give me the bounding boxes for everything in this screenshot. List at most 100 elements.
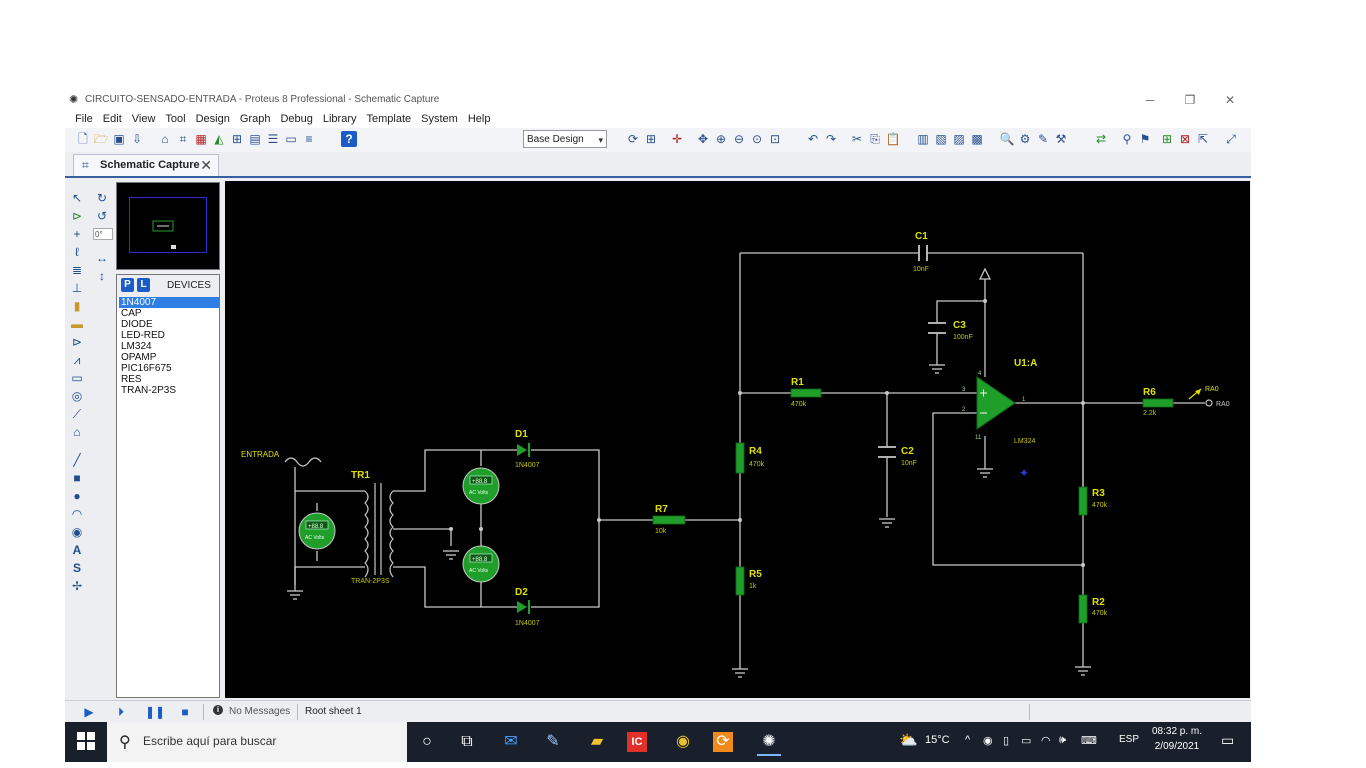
keyboard-icon[interactable]: ⌨: [1081, 734, 1097, 747]
rotate-clockwise-icon[interactable]: ↻: [94, 190, 110, 206]
virtual-instrument-icon[interactable]: ⌂: [69, 424, 85, 440]
pan-icon[interactable]: ✥: [695, 131, 711, 147]
task-view-icon[interactable]: ⧉: [455, 730, 479, 754]
device-item[interactable]: DIODE: [119, 319, 219, 330]
clock-time[interactable]: 08:32 p. m.: [1149, 726, 1205, 737]
text-script-icon[interactable]: ≣: [69, 262, 85, 278]
menu-system[interactable]: System: [416, 112, 463, 126]
cortana-icon[interactable]: ○: [415, 730, 439, 754]
package-tool-icon[interactable]: ✎: [1035, 131, 1051, 147]
decompose-icon[interactable]: ⚒: [1053, 131, 1069, 147]
mirror-x-icon[interactable]: ↔: [94, 250, 110, 266]
redo-icon[interactable]: ↷: [823, 131, 839, 147]
proteus-taskbar-icon[interactable]: ✺: [757, 730, 781, 756]
exit-parent-icon[interactable]: ⇱: [1195, 131, 1211, 147]
remove-sheet-icon[interactable]: ⊠: [1177, 131, 1193, 147]
new-sheet-icon[interactable]: ⊞: [1159, 131, 1175, 147]
cut-icon[interactable]: ✂: [849, 131, 865, 147]
menu-graph[interactable]: Graph: [235, 112, 276, 126]
diode-d1[interactable]: [517, 443, 530, 457]
marker-tool-icon[interactable]: ✢: [69, 578, 85, 594]
import-icon[interactable]: ⇩: [129, 131, 145, 147]
search-tag-icon[interactable]: ⚲: [1119, 131, 1135, 147]
paste-icon[interactable]: 📋: [885, 131, 901, 147]
open-folder-icon[interactable]: 🗁: [93, 131, 109, 147]
stop-icon[interactable]: ■: [177, 704, 193, 720]
device-item[interactable]: CAP: [119, 308, 219, 319]
menu-tool[interactable]: Tool: [160, 112, 190, 126]
selection-mode-icon[interactable]: ↖: [69, 190, 85, 206]
resistor-r3[interactable]: [1078, 486, 1088, 516]
resistor-r1[interactable]: [790, 388, 822, 398]
output-terminal[interactable]: [1205, 399, 1213, 407]
component-mode-icon[interactable]: ⊳: [69, 208, 85, 224]
source-code-icon[interactable]: ☰: [265, 131, 281, 147]
zoom-in-icon[interactable]: ⊕: [713, 131, 729, 147]
save-icon[interactable]: ▣: [111, 131, 127, 147]
usb-icon[interactable]: ▯: [1003, 734, 1009, 747]
rotation-angle-field[interactable]: 0°: [93, 228, 113, 240]
grid-icon[interactable]: ⊞: [643, 131, 659, 147]
ic-app-icon[interactable]: IC: [627, 732, 647, 752]
resistor-r2[interactable]: [1078, 594, 1088, 624]
overview-window[interactable]: [116, 182, 220, 270]
language-indicator[interactable]: ESP: [1119, 734, 1139, 745]
arc-tool-icon[interactable]: ◠: [69, 506, 85, 522]
box-tool-icon[interactable]: ■: [69, 470, 85, 486]
device-pins-icon[interactable]: ⊳: [69, 334, 85, 350]
new-file-icon[interactable]: 🗋: [75, 131, 91, 147]
paint-icon[interactable]: ✎: [541, 730, 565, 754]
block-copy-icon[interactable]: ▥: [915, 131, 931, 147]
menu-template[interactable]: Template: [361, 112, 416, 126]
device-item[interactable]: RES: [119, 374, 219, 385]
netlist-icon[interactable]: ⤢: [1223, 131, 1239, 147]
start-button[interactable]: [77, 732, 95, 750]
device-item[interactable]: 1N4007: [119, 297, 219, 308]
maximize-button[interactable]: ❐: [1175, 90, 1205, 110]
weather-temp[interactable]: 15°C: [925, 734, 950, 746]
messages-status[interactable]: No Messages: [229, 706, 290, 717]
design-explorer-icon[interactable]: ≡: [301, 131, 317, 147]
step-icon[interactable]: ⏵: [113, 704, 129, 720]
zoom-all-icon[interactable]: ⊙: [749, 131, 765, 147]
project-notes-icon[interactable]: ▭: [283, 131, 299, 147]
menu-design[interactable]: Design: [191, 112, 235, 126]
taskbar-search[interactable]: ⚲ Escribe aquí para buscar: [107, 722, 407, 762]
device-item[interactable]: OPAMP: [119, 352, 219, 363]
minimize-button[interactable]: ─: [1135, 90, 1165, 110]
rotate-anticlockwise-icon[interactable]: ↺: [94, 208, 110, 224]
property-assignment-icon[interactable]: ⚑: [1137, 131, 1153, 147]
menu-view[interactable]: View: [127, 112, 161, 126]
help-icon[interactable]: ?: [341, 131, 357, 147]
tray-chevron-icon[interactable]: ^: [965, 734, 970, 746]
menu-file[interactable]: File: [70, 112, 98, 126]
subcircuit-icon[interactable]: ▮: [69, 298, 85, 314]
mirror-y-icon[interactable]: ↕: [94, 268, 110, 284]
bom-icon[interactable]: ▤: [247, 131, 263, 147]
resistor-r5[interactable]: [735, 566, 745, 596]
make-device-icon[interactable]: ⚙: [1017, 131, 1033, 147]
origin-icon[interactable]: ✛: [669, 131, 685, 147]
mail-icon[interactable]: ✉: [499, 730, 523, 754]
ac-voltmeter[interactable]: +88.8 AC Volts: [298, 512, 336, 550]
device-item[interactable]: TRAN-2P3S: [119, 385, 219, 396]
refresh-icon[interactable]: ⟳: [625, 131, 641, 147]
buses-icon[interactable]: ⊥: [69, 280, 85, 296]
device-item[interactable]: LED-RED: [119, 330, 219, 341]
pick-device-icon[interactable]: 🔍: [999, 131, 1015, 147]
menu-library[interactable]: Library: [318, 112, 362, 126]
block-delete-icon[interactable]: ▩: [969, 131, 985, 147]
zoom-area-icon[interactable]: ⊡: [767, 131, 783, 147]
diode-d2[interactable]: [517, 600, 530, 614]
library-manager-button[interactable]: L: [137, 278, 150, 292]
pick-devices-button[interactable]: P: [121, 278, 134, 292]
clock-date[interactable]: 2/09/2021: [1149, 741, 1205, 752]
device-item[interactable]: PIC16F675: [119, 363, 219, 374]
block-move-icon[interactable]: ▧: [933, 131, 949, 147]
3d-viewer-icon[interactable]: ◭: [211, 131, 227, 147]
opamp-u1a[interactable]: [976, 376, 1016, 430]
ac-voltmeter[interactable]: +88.8 AC Volts: [462, 467, 500, 505]
wire-autorouter-icon[interactable]: ⇄: [1093, 131, 1109, 147]
weather-icon[interactable]: ⛅: [899, 731, 918, 749]
undo-icon[interactable]: ↶: [805, 131, 821, 147]
